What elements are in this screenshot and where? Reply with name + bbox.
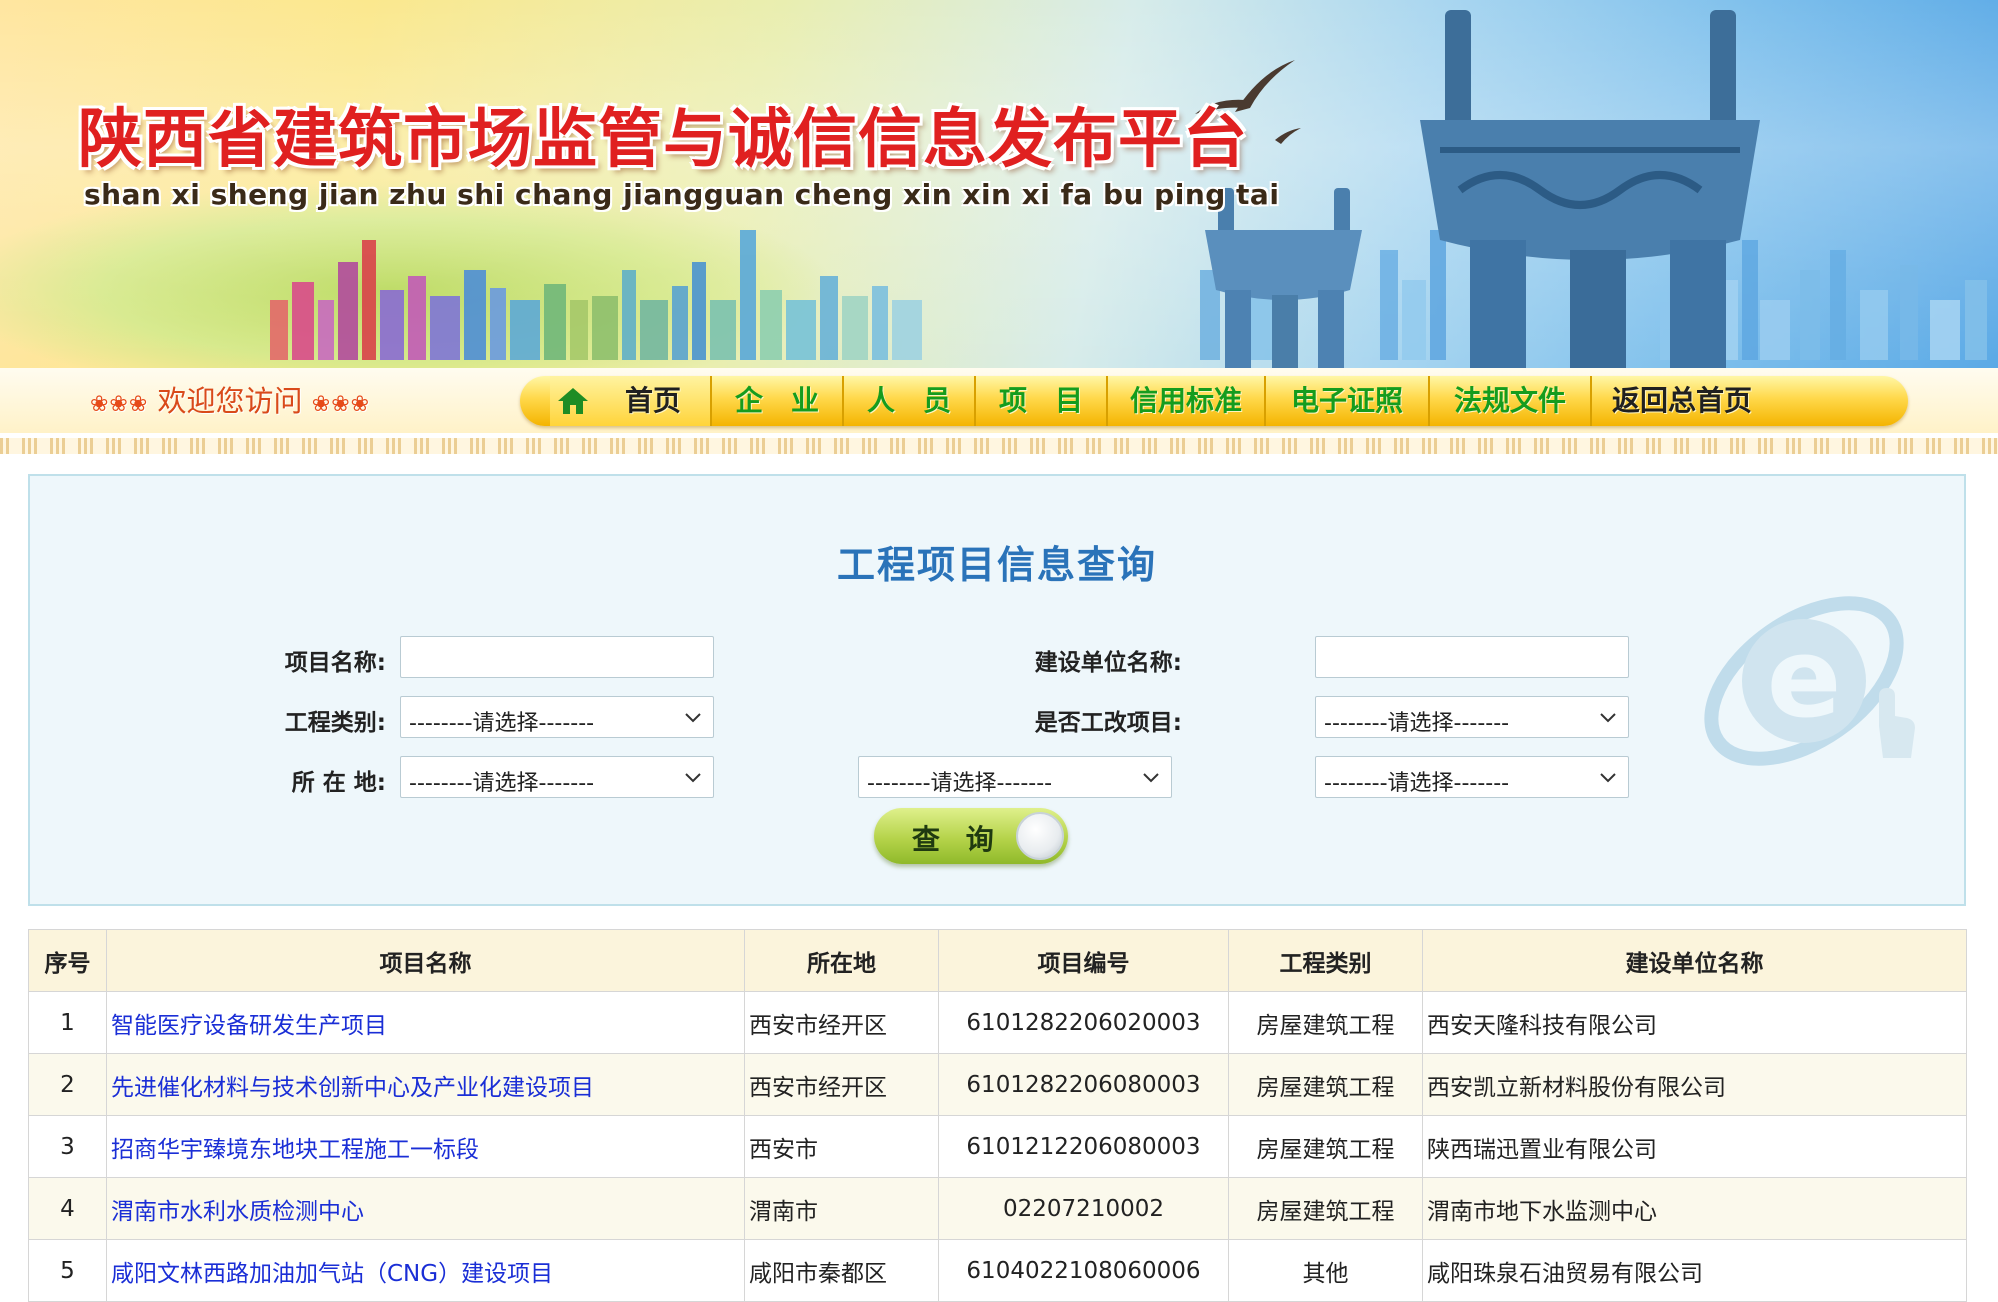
table-row: 2 先进催化材料与技术创新中心及产业化建设项目 西安市经开区 610128220… xyxy=(28,1053,1967,1116)
row-index: 4 xyxy=(28,1177,107,1240)
nav-enterprise[interactable]: 企 业 xyxy=(712,376,844,426)
svg-text:e: e xyxy=(1767,614,1842,742)
chevron-down-icon xyxy=(1600,773,1616,783)
col-header-builder: 建设单位名称 xyxy=(1422,929,1967,992)
row-builder: 陕西瑞迅置业有限公司 xyxy=(1422,1115,1967,1178)
table-row: 1 智能医疗设备研发生产项目 西安市经开区 6101282206020003 房… xyxy=(28,991,1967,1054)
project-type-select[interactable]: --------请选择------- xyxy=(400,696,714,738)
row-builder: 西安凯立新材料股份有限公司 xyxy=(1422,1053,1967,1116)
search-title: 工程项目信息查询 xyxy=(836,543,1157,587)
builder-name-input[interactable] xyxy=(1315,636,1629,678)
city-select[interactable]: --------请选择------- xyxy=(858,756,1172,798)
site-title: 陕西省建筑市场监管与诚信信息发布平台 xyxy=(78,102,1248,177)
location-label: 所 在 地: xyxy=(291,770,386,796)
province-select[interactable]: --------请选择------- xyxy=(400,756,714,798)
site-title-pinyin: shan xi sheng jian zhu shi chang jianggu… xyxy=(84,178,1280,211)
search-panel: 工程项目信息查询 e 项目名称: 建设单位名称: 工程类别: --------请… xyxy=(28,474,1966,906)
row-project-code: 6101282206020003 xyxy=(938,991,1229,1054)
search-button[interactable]: 查 询 xyxy=(874,808,1068,864)
project-name-label: 项目名称: xyxy=(284,650,386,676)
project-link[interactable]: 智能医疗设备研发生产项目 xyxy=(111,1013,387,1039)
col-header-project-code: 项目编号 xyxy=(938,929,1229,992)
browser-e-logo-icon: e xyxy=(1704,596,1915,766)
renovation-label: 是否工改项目: xyxy=(1034,710,1182,736)
row-location: 渭南市 xyxy=(744,1177,939,1240)
row-index: 1 xyxy=(28,991,107,1054)
row-location: 西安市经开区 xyxy=(744,1053,939,1116)
row-project-type: 房屋建筑工程 xyxy=(1228,991,1423,1054)
main-nav: 首页 企 业 人 员 项 目 信用标准 电子证照 法规文件 返回总首页 xyxy=(520,376,1908,426)
project-link[interactable]: 咸阳文林西路加油加气站（CNG）建设项目 xyxy=(111,1261,553,1287)
nav-return-main[interactable]: 返回总首页 xyxy=(1592,376,1772,426)
row-project-type: 房屋建筑工程 xyxy=(1228,1177,1423,1240)
project-name-input[interactable] xyxy=(400,636,714,678)
builder-name-label: 建设单位名称: xyxy=(1034,650,1182,676)
project-link[interactable]: 渭南市水利水质检测中心 xyxy=(111,1199,364,1225)
district-select[interactable]: --------请选择------- xyxy=(1315,756,1629,798)
table-row: 5 咸阳文林西路加油加气站（CNG）建设项目 咸阳市秦都区 6104022108… xyxy=(28,1239,1967,1302)
row-location: 西安市 xyxy=(744,1115,939,1178)
row-project-code: 02207210002 xyxy=(938,1177,1229,1240)
nav-home[interactable]: 首页 xyxy=(596,376,712,426)
nav-regulations[interactable]: 法规文件 xyxy=(1430,376,1592,426)
welcome-message: ❀❀❀ 欢迎您访问 ❀❀❀ xyxy=(90,378,370,418)
welcome-text: 欢迎您访问 xyxy=(157,384,303,418)
row-location: 西安市经开区 xyxy=(744,991,939,1054)
header-banner: 陕西省建筑市场监管与诚信信息发布平台 shan xi sheng jian zh… xyxy=(0,0,1998,368)
row-project-type: 其他 xyxy=(1228,1239,1423,1302)
table-row: 3 招商华宇臻境东地块工程施工一标段 西安市 6101212206080003 … xyxy=(28,1115,1967,1178)
decorative-border xyxy=(0,438,1998,454)
chevron-down-icon xyxy=(1600,713,1616,723)
col-header-project-name: 项目名称 xyxy=(106,929,745,992)
table-header-row: 序号 项目名称 所在地 项目编号 工程类别 建设单位名称 xyxy=(28,929,1967,992)
chevron-down-icon xyxy=(1143,773,1159,783)
table-row: 4 渭南市水利水质检测中心 渭南市 02207210002 房屋建筑工程 渭南市… xyxy=(28,1177,1967,1240)
nav-e-license[interactable]: 电子证照 xyxy=(1266,376,1430,426)
flower-ornament-right: ❀❀❀ xyxy=(311,392,371,417)
col-header-index: 序号 xyxy=(28,929,107,992)
flower-ornament-left: ❀❀❀ xyxy=(90,392,149,417)
chevron-down-icon xyxy=(685,713,701,723)
project-type-label: 工程类别: xyxy=(284,710,386,736)
row-builder: 西安天隆科技有限公司 xyxy=(1422,991,1967,1054)
row-index: 5 xyxy=(28,1239,107,1302)
results-table: 序号 项目名称 所在地 项目编号 工程类别 建设单位名称 1 智能医疗设备研发生… xyxy=(28,929,1967,1302)
row-builder: 咸阳珠泉石油贸易有限公司 xyxy=(1422,1239,1967,1302)
col-header-location: 所在地 xyxy=(744,929,939,992)
project-link[interactable]: 先进催化材料与技术创新中心及产业化建设项目 xyxy=(111,1075,594,1101)
row-project-code: 6101212206080003 xyxy=(938,1115,1229,1178)
row-project-code: 6101282206080003 xyxy=(938,1053,1229,1116)
row-index: 3 xyxy=(28,1115,107,1178)
row-project-type: 房屋建筑工程 xyxy=(1228,1115,1423,1178)
row-project-type: 房屋建筑工程 xyxy=(1228,1053,1423,1116)
col-header-project-type: 工程类别 xyxy=(1228,929,1423,992)
chevron-down-icon xyxy=(685,773,701,783)
row-index: 2 xyxy=(28,1053,107,1116)
nav-credit-standard[interactable]: 信用标准 xyxy=(1108,376,1266,426)
row-location: 咸阳市秦都区 xyxy=(744,1239,939,1302)
nav-personnel[interactable]: 人 员 xyxy=(844,376,976,426)
row-project-code: 6104022108060006 xyxy=(938,1239,1229,1302)
renovation-select[interactable]: --------请选择------- xyxy=(1315,696,1629,738)
toggle-knob-icon xyxy=(1016,812,1064,860)
home-icon xyxy=(558,388,588,414)
row-builder: 渭南市地下水监测中心 xyxy=(1422,1177,1967,1240)
nav-project[interactable]: 项 目 xyxy=(976,376,1108,426)
project-link[interactable]: 招商华宇臻境东地块工程施工一标段 xyxy=(111,1137,479,1163)
